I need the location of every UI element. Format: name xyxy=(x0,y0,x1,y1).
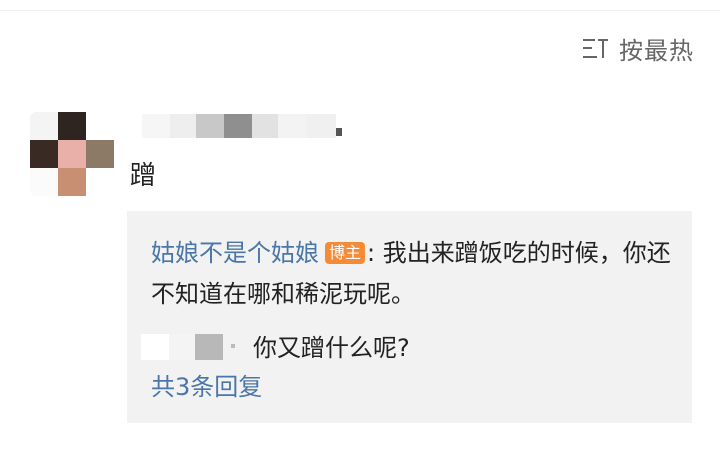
owner-badge: 博主 xyxy=(325,242,366,264)
sort-hot-button[interactable]: 按最热 xyxy=(581,31,694,66)
reply-separator: : xyxy=(367,239,376,267)
reply-author-link[interactable]: 姑娘不是个姑娘 xyxy=(151,239,319,267)
blurred-username[interactable] xyxy=(142,112,347,142)
reply-text: 你又蹭什么呢? xyxy=(253,334,410,362)
reply-item: 姑娘不是个姑娘 博主: 我出来蹭饭吃的时候，你还不知道在哪和稀泥玩呢。 xyxy=(151,233,671,315)
more-replies-link[interactable]: 共3条回复 xyxy=(151,367,262,402)
sort-lines-icon xyxy=(581,36,609,62)
blurred-username[interactable] xyxy=(141,330,241,364)
sort-label: 按最热 xyxy=(619,37,694,65)
reply-item: 你又蹭什么呢? xyxy=(141,328,681,368)
comment-text: 蹭 xyxy=(130,161,157,191)
reply-box: 姑娘不是个姑娘 博主: 我出来蹭饭吃的时候，你还不知道在哪和稀泥玩呢。 你又蹭什么… xyxy=(127,211,692,423)
avatar[interactable] xyxy=(30,112,114,196)
top-divider xyxy=(0,10,720,11)
